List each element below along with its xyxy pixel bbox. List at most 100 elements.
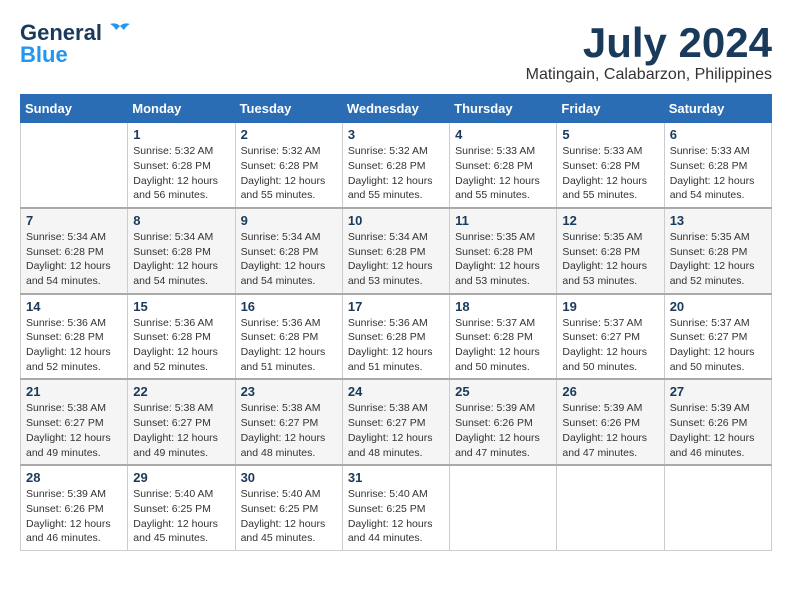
day-number: 1: [133, 127, 229, 142]
calendar-cell: 7Sunrise: 5:34 AMSunset: 6:28 PMDaylight…: [21, 208, 128, 294]
day-number: 20: [670, 299, 766, 314]
calendar-cell: [664, 465, 771, 550]
calendar-cell: 4 Sunrise: 5:33 AMSunset: 6:28 PMDaylight…: [450, 123, 557, 208]
week-row-2: 7 Sunrise: 5:34 AMSunset: 6:28 PMDaylight…: [21, 208, 772, 294]
week-row-3: 14 Sunrise: 5:36 AMSunset: 6:28 PMDayligh…: [21, 294, 772, 380]
day-info: Sunrise: 5:40 AMSunset: 6:25 PMDaylight:…: [241, 487, 337, 546]
calendar-cell: 24Sunrise: 5:38 AMSunset: 6:27 PMDayligh…: [342, 379, 449, 465]
day-number: 4: [455, 127, 551, 142]
day-number: 6: [670, 127, 766, 142]
day-number: 3: [348, 127, 444, 142]
day-info: Sunrise: 5:33 AMSunset: 6:28 PMDaylight:…: [670, 144, 766, 203]
day-number: 8: [133, 213, 229, 228]
day-number: 7: [26, 213, 122, 228]
day-number: 21: [26, 384, 122, 399]
day-number: 10: [348, 213, 444, 228]
calendar-cell: 25Sunrise: 5:39 AMSunset: 6:26 PMDayligh…: [450, 379, 557, 465]
day-info: Sunrise: 5:38 AMSunset: 6:27 PMDaylight:…: [26, 401, 122, 460]
day-number: 19: [562, 299, 658, 314]
calendar-cell: 3 Sunrise: 5:32 AMSunset: 6:28 PMDaylight…: [342, 123, 449, 208]
calendar-cell: 30 Sunrise: 5:40 AMSunset: 6:25 PMDayligh…: [235, 465, 342, 550]
day-info: Sunrise: 5:37 AMSunset: 6:27 PMDaylight:…: [562, 316, 658, 375]
day-header-wednesday: Wednesday: [342, 95, 449, 123]
day-number: 13: [670, 213, 766, 228]
day-info: Sunrise: 5:40 AMSunset: 6:25 PMDaylight:…: [133, 487, 229, 546]
day-number: 14: [26, 299, 122, 314]
day-info: Sunrise: 5:36 AMSunset: 6:28 PMDaylight:…: [26, 316, 122, 375]
day-info: Sunrise: 5:36 AMSunset: 6:28 PMDaylight:…: [241, 316, 337, 375]
day-number: 2: [241, 127, 337, 142]
header: General Blue July 2024 Matingain, Calaba…: [20, 20, 772, 84]
calendar-cell: [21, 123, 128, 208]
day-number: 23: [241, 384, 337, 399]
day-number: 29: [133, 470, 229, 485]
main-title: July 2024: [526, 20, 772, 66]
day-info: Sunrise: 5:35 AMSunset: 6:28 PMDaylight:…: [562, 230, 658, 289]
day-info: Sunrise: 5:33 AMSunset: 6:28 PMDaylight:…: [562, 144, 658, 203]
day-header-saturday: Saturday: [664, 95, 771, 123]
week-row-5: 28Sunrise: 5:39 AMSunset: 6:26 PMDayligh…: [21, 465, 772, 550]
day-number: 17: [348, 299, 444, 314]
logo-blue: Blue: [20, 42, 68, 68]
week-row-1: 1 Sunrise: 5:32 AMSunset: 6:28 PMDaylight…: [21, 123, 772, 208]
calendar-cell: 18Sunrise: 5:37 AMSunset: 6:28 PMDayligh…: [450, 294, 557, 380]
day-info: Sunrise: 5:39 AMSunset: 6:26 PMDaylight:…: [562, 401, 658, 460]
logo: General Blue: [20, 20, 134, 68]
calendar-cell: 29 Sunrise: 5:40 AMSunset: 6:25 PMDayligh…: [128, 465, 235, 550]
calendar-cell: 14 Sunrise: 5:36 AMSunset: 6:28 PMDayligh…: [21, 294, 128, 380]
day-number: 18: [455, 299, 551, 314]
calendar-cell: 22Sunrise: 5:38 AMSunset: 6:27 PMDayligh…: [128, 379, 235, 465]
day-number: 30: [241, 470, 337, 485]
calendar-cell: 26 Sunrise: 5:39 AMSunset: 6:26 PMDayligh…: [557, 379, 664, 465]
day-number: 5: [562, 127, 658, 142]
day-header-tuesday: Tuesday: [235, 95, 342, 123]
day-info: Sunrise: 5:32 AMSunset: 6:28 PMDaylight:…: [133, 144, 229, 203]
calendar-cell: 31Sunrise: 5:40 AMSunset: 6:25 PMDayligh…: [342, 465, 449, 550]
day-number: 26: [562, 384, 658, 399]
day-number: 25: [455, 384, 551, 399]
day-header-monday: Monday: [128, 95, 235, 123]
calendar-cell: 12Sunrise: 5:35 AMSunset: 6:28 PMDayligh…: [557, 208, 664, 294]
calendar-cell: 28Sunrise: 5:39 AMSunset: 6:26 PMDayligh…: [21, 465, 128, 550]
day-info: Sunrise: 5:32 AMSunset: 6:28 PMDaylight:…: [348, 144, 444, 203]
calendar-cell: 15 Sunrise: 5:36 AMSunset: 6:28 PMDayligh…: [128, 294, 235, 380]
day-info: Sunrise: 5:39 AMSunset: 6:26 PMDaylight:…: [26, 487, 122, 546]
calendar-cell: 2 Sunrise: 5:32 AMSunset: 6:28 PMDaylight…: [235, 123, 342, 208]
calendar-cell: 21 Sunrise: 5:38 AMSunset: 6:27 PMDayligh…: [21, 379, 128, 465]
day-info: Sunrise: 5:37 AMSunset: 6:27 PMDaylight:…: [670, 316, 766, 375]
calendar-table: SundayMondayTuesdayWednesdayThursdayFrid…: [20, 94, 772, 551]
day-info: Sunrise: 5:32 AMSunset: 6:28 PMDaylight:…: [241, 144, 337, 203]
day-info: Sunrise: 5:34 AMSunset: 6:28 PMDaylight:…: [241, 230, 337, 289]
calendar-cell: [450, 465, 557, 550]
day-info: Sunrise: 5:38 AMSunset: 6:27 PMDaylight:…: [133, 401, 229, 460]
day-info: Sunrise: 5:40 AMSunset: 6:25 PMDaylight:…: [348, 487, 444, 546]
day-header-friday: Friday: [557, 95, 664, 123]
calendar-cell: 8Sunrise: 5:34 AMSunset: 6:28 PMDaylight…: [128, 208, 235, 294]
logo-bird-icon: [106, 22, 134, 44]
calendar-cell: 13 Sunrise: 5:35 AMSunset: 6:28 PMDayligh…: [664, 208, 771, 294]
subtitle: Matingain, Calabarzon, Philippines: [526, 66, 772, 84]
day-info: Sunrise: 5:33 AMSunset: 6:28 PMDaylight:…: [455, 144, 551, 203]
day-info: Sunrise: 5:38 AMSunset: 6:27 PMDaylight:…: [241, 401, 337, 460]
day-info: Sunrise: 5:38 AMSunset: 6:27 PMDaylight:…: [348, 401, 444, 460]
day-number: 9: [241, 213, 337, 228]
day-info: Sunrise: 5:39 AMSunset: 6:26 PMDaylight:…: [670, 401, 766, 460]
day-number: 15: [133, 299, 229, 314]
calendar-cell: [557, 465, 664, 550]
day-header-sunday: Sunday: [21, 95, 128, 123]
calendar-cell: 6 Sunrise: 5:33 AMSunset: 6:28 PMDaylight…: [664, 123, 771, 208]
calendar-cell: 10 Sunrise: 5:34 AMSunset: 6:28 PMDayligh…: [342, 208, 449, 294]
day-number: 16: [241, 299, 337, 314]
week-row-4: 21 Sunrise: 5:38 AMSunset: 6:27 PMDayligh…: [21, 379, 772, 465]
calendar-cell: 1 Sunrise: 5:32 AMSunset: 6:28 PMDaylight…: [128, 123, 235, 208]
day-info: Sunrise: 5:35 AMSunset: 6:28 PMDaylight:…: [455, 230, 551, 289]
day-number: 27: [670, 384, 766, 399]
calendar-cell: 11Sunrise: 5:35 AMSunset: 6:28 PMDayligh…: [450, 208, 557, 294]
day-info: Sunrise: 5:34 AMSunset: 6:28 PMDaylight:…: [348, 230, 444, 289]
day-info: Sunrise: 5:36 AMSunset: 6:28 PMDaylight:…: [133, 316, 229, 375]
calendar-cell: 17Sunrise: 5:36 AMSunset: 6:28 PMDayligh…: [342, 294, 449, 380]
calendar-cell: 5 Sunrise: 5:33 AMSunset: 6:28 PMDaylight…: [557, 123, 664, 208]
calendar-cell: 9 Sunrise: 5:34 AMSunset: 6:28 PMDaylight…: [235, 208, 342, 294]
calendar-cell: 19 Sunrise: 5:37 AMSunset: 6:27 PMDayligh…: [557, 294, 664, 380]
day-info: Sunrise: 5:35 AMSunset: 6:28 PMDaylight:…: [670, 230, 766, 289]
